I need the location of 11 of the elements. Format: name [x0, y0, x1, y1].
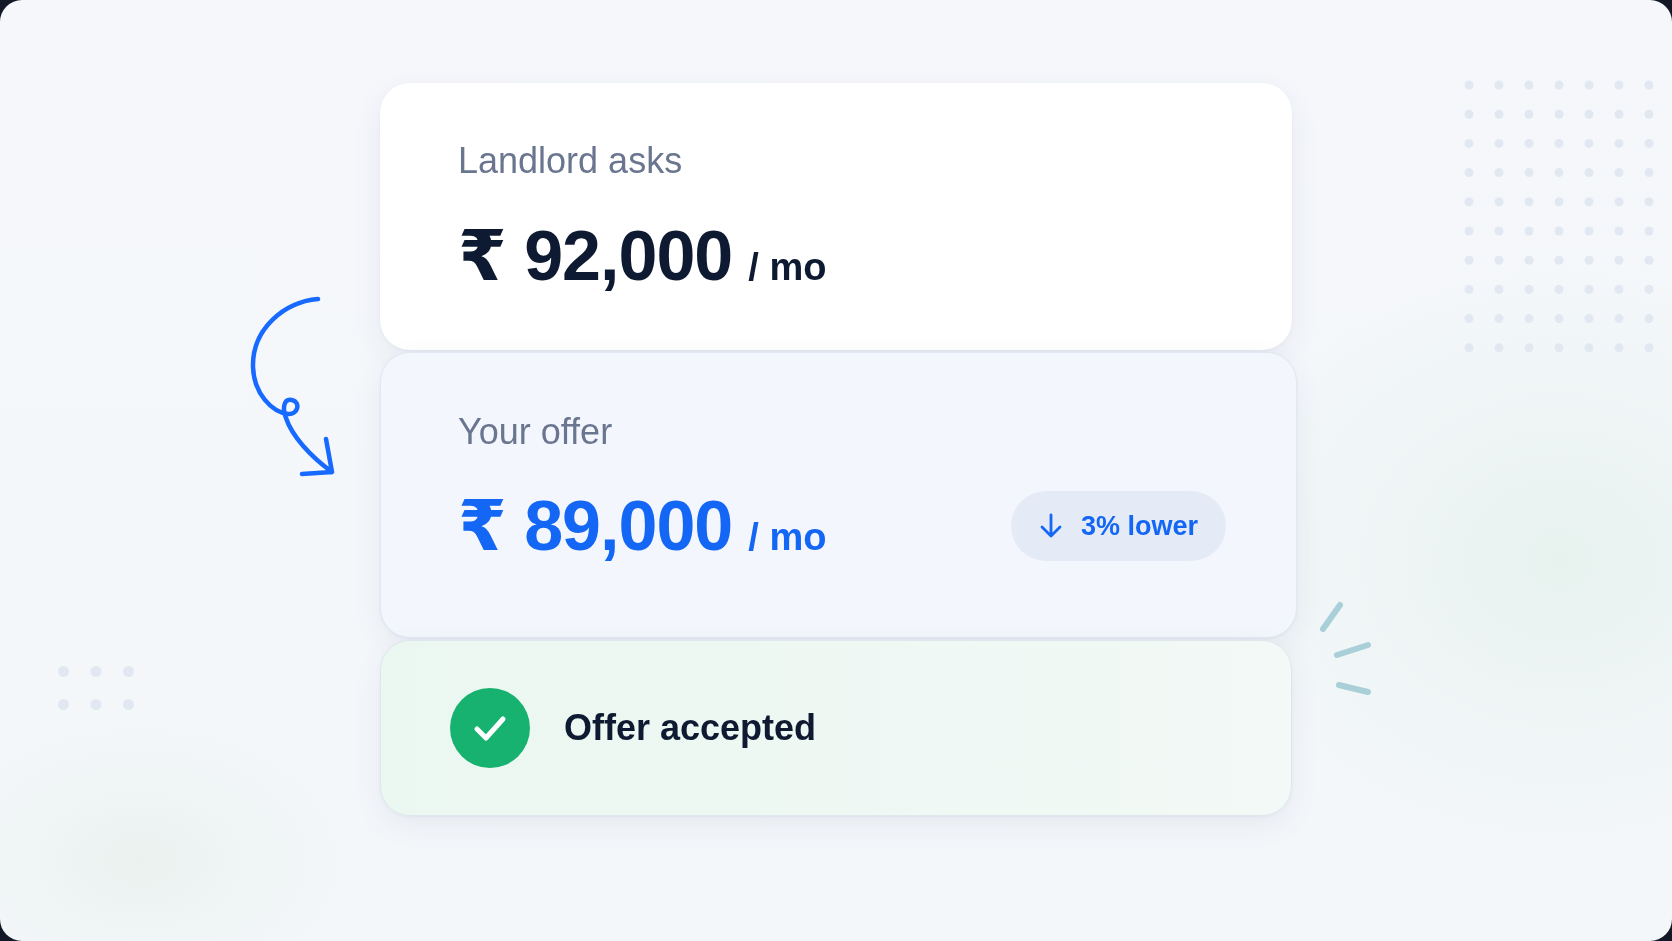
price-amount: ₹ 89,000	[458, 490, 733, 562]
price-amount: ₹ 92,000	[458, 220, 733, 292]
badge-text: 3% lower	[1080, 510, 1198, 542]
arrow-down-icon	[1038, 513, 1063, 539]
price-unit: / mo	[748, 246, 827, 289]
card-label: Your offer	[458, 410, 613, 453]
check-circle-icon	[450, 688, 530, 768]
sparkle-lines-icon	[1318, 600, 1374, 698]
card-label: Landlord asks	[458, 139, 683, 182]
status-text: Offer accepted	[564, 707, 817, 749]
price-unit: / mo	[748, 516, 827, 559]
